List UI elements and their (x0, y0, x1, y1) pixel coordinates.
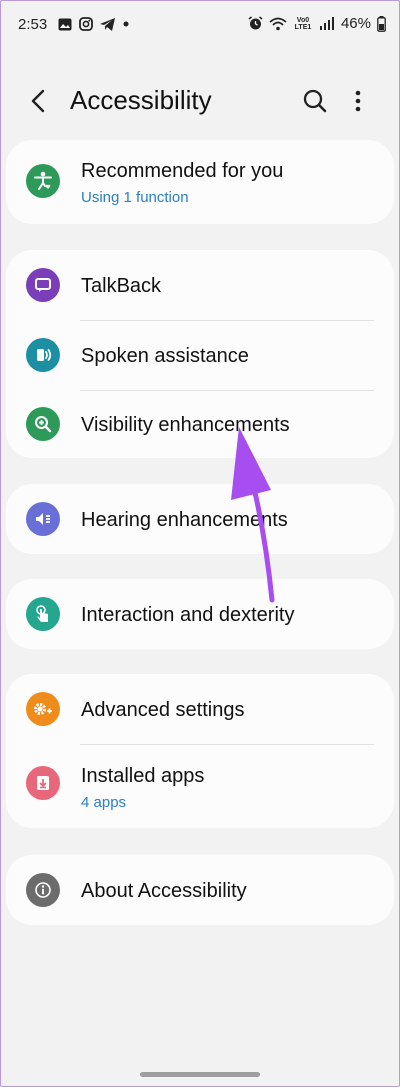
list-item-talkback[interactable]: TalkBack (6, 250, 394, 320)
card-vision: TalkBack Spoken assistance Visibility en… (6, 250, 394, 458)
page-title: Accessibility (70, 85, 212, 115)
search-icon[interactable] (300, 86, 330, 116)
alarm-icon (248, 16, 263, 31)
list-item-recommended[interactable]: Recommended for you Using 1 function (6, 140, 394, 224)
card-recommended: Recommended for you Using 1 function (6, 140, 394, 224)
card-advanced: Advanced settings Installed apps 4 apps (6, 674, 394, 828)
app-bar: Accessibility (0, 80, 400, 124)
item-label: Recommended for you (81, 160, 284, 182)
item-label: Advanced settings (81, 699, 245, 721)
item-label: Spoken assistance (81, 345, 249, 367)
back-arrow-icon[interactable] (24, 86, 54, 116)
accessibility-person-icon (26, 164, 60, 198)
magnifier-plus-icon (26, 407, 60, 441)
dot-icon (122, 20, 130, 28)
list-item-hearing-enhancements[interactable]: Hearing enhancements (6, 484, 394, 554)
item-label: Visibility enhancements (81, 414, 290, 436)
item-sub: 4 apps (81, 794, 127, 811)
wifi-icon (269, 17, 287, 31)
more-vert-icon[interactable] (346, 86, 370, 116)
list-item-interaction-dexterity[interactable]: Interaction and dexterity (6, 579, 394, 649)
card-interaction: Interaction and dexterity (6, 579, 394, 649)
spoken-assistance-icon (26, 338, 60, 372)
list-item-installed-apps[interactable]: Installed apps 4 apps (6, 744, 394, 828)
signal-icon (319, 16, 335, 31)
item-label: Installed apps (81, 765, 205, 787)
instagram-icon (79, 17, 93, 31)
image-icon (58, 18, 72, 31)
installed-apps-icon (26, 766, 60, 800)
list-item-advanced-settings[interactable]: Advanced settings (6, 674, 394, 744)
item-label: TalkBack (81, 275, 162, 297)
card-hearing: Hearing enhancements (6, 484, 394, 554)
list-item-about-accessibility[interactable]: About Accessibility (6, 855, 394, 925)
telegram-icon (100, 17, 115, 31)
gesture-nav-bar[interactable] (140, 1072, 260, 1077)
list-item-spoken-assistance[interactable]: Spoken assistance (6, 320, 394, 390)
network-label: Vo0 LTE1 (294, 16, 312, 31)
item-sub: Using 1 function (81, 189, 189, 206)
status-time: 2:53 (18, 16, 48, 33)
battery-percent: 46% (340, 15, 371, 32)
list-item-visibility-enhancements[interactable]: Visibility enhancements (6, 390, 394, 458)
item-label: Hearing enhancements (81, 509, 288, 531)
info-icon (26, 873, 60, 907)
item-label: About Accessibility (81, 880, 247, 902)
hand-touch-icon (26, 597, 60, 631)
advanced-gear-icon (26, 692, 60, 726)
card-about: About Accessibility (6, 855, 394, 925)
item-label: Interaction and dexterity (81, 604, 295, 626)
talkback-icon (26, 268, 60, 302)
battery-icon (377, 15, 386, 32)
status-bar: 2:53 Vo0 LTE1 46% (0, 14, 400, 38)
hearing-icon (26, 502, 60, 536)
